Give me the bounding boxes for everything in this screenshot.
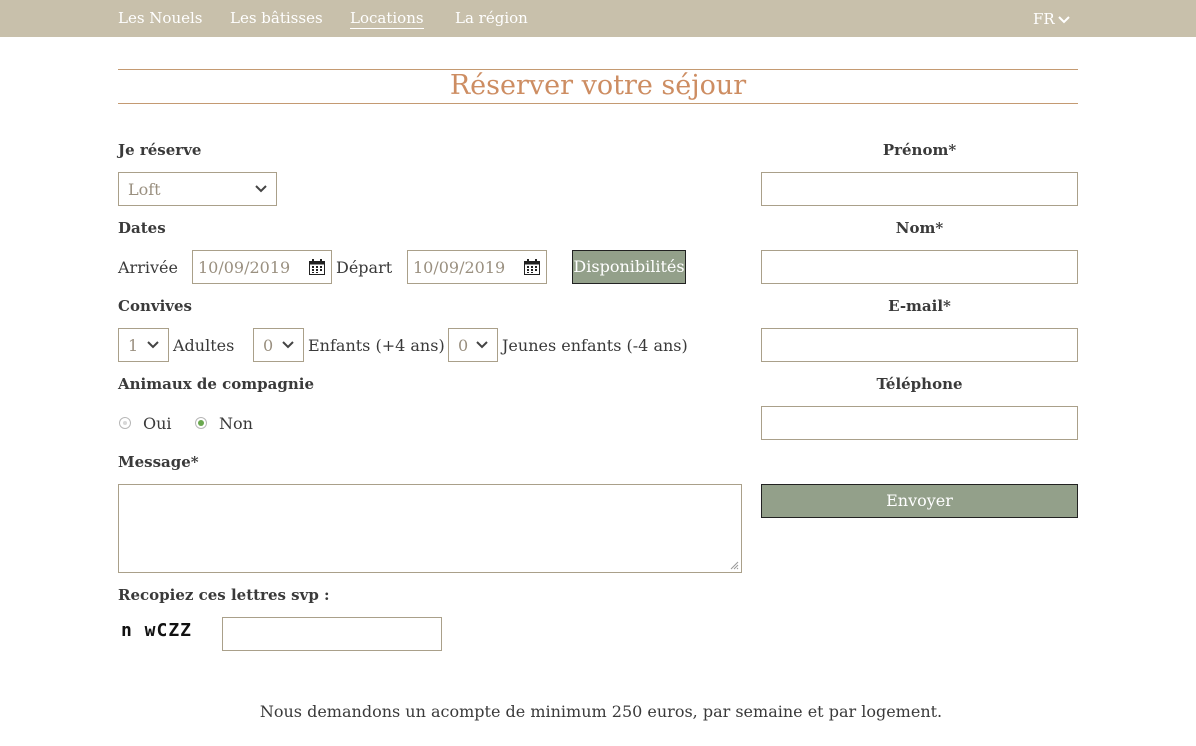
adultes-value: 1 [128, 336, 139, 355]
oui-label: Oui [143, 414, 172, 433]
je-reserve-label: Je réserve [118, 141, 202, 159]
top-navigation: Les Nouels Les bâtisses Locations La rég… [0, 0, 1196, 37]
nom-label: Nom* [895, 219, 944, 237]
depart-label: Départ [336, 258, 393, 277]
chevron-down-icon [282, 341, 294, 349]
convives-label: Convives [118, 297, 192, 315]
prenom-input[interactable] [761, 172, 1078, 206]
jeunes-enfants-value: 0 [458, 336, 469, 355]
logement-value: Loft [128, 180, 161, 199]
nav-link-la-region[interactable]: La région [455, 9, 528, 27]
non-radio[interactable] [195, 417, 207, 429]
oui-radio[interactable] [119, 417, 131, 429]
message-textarea[interactable] [118, 484, 742, 573]
prenom-label: Prénom* [882, 141, 957, 159]
jeunes-enfants-label: Jeunes enfants (-4 ans) [502, 336, 688, 355]
captcha-label: Recopiez ces lettres svp : [118, 586, 330, 604]
depart-date-value: 10/09/2019 [413, 258, 506, 277]
chevron-down-icon [255, 185, 267, 193]
envoyer-button[interactable]: Envoyer [761, 484, 1078, 518]
title-rule-bottom [118, 103, 1078, 104]
enfants-value: 0 [263, 336, 274, 355]
telephone-label: Téléphone [876, 375, 963, 393]
depart-date-input[interactable]: 10/09/2019 [407, 250, 547, 284]
enfants-label: Enfants (+4 ans) [308, 336, 445, 355]
chevron-down-icon [147, 341, 159, 349]
jeunes-enfants-select[interactable]: 0 [448, 328, 498, 362]
dates-label: Dates [118, 219, 166, 237]
calendar-icon[interactable] [309, 259, 325, 275]
disponibilites-button[interactable]: Disponibilités [572, 250, 686, 284]
nav-link-les-nouels[interactable]: Les Nouels [118, 9, 203, 27]
nav-link-les-batisses[interactable]: Les bâtisses [230, 9, 323, 27]
telephone-input[interactable] [761, 406, 1078, 440]
chevron-down-icon [1057, 16, 1070, 24]
chevron-down-icon [476, 341, 488, 349]
email-input[interactable] [761, 328, 1078, 362]
animaux-label: Animaux de compagnie [118, 375, 315, 393]
language-selector[interactable]: FR [1033, 10, 1070, 28]
page-title: Réserver votre séjour [449, 70, 747, 101]
email-label: E-mail* [888, 297, 951, 315]
nom-input[interactable] [761, 250, 1078, 284]
logement-select[interactable]: Loft [118, 172, 277, 206]
captcha-image: n wCZZ [121, 620, 193, 641]
resize-handle-icon[interactable] [730, 561, 739, 570]
adultes-label: Adultes [173, 336, 235, 355]
nav-link-locations[interactable]: Locations [350, 9, 424, 29]
arrivee-date-input[interactable]: 10/09/2019 [192, 250, 332, 284]
deposit-note: Nous demandons un acompte de minimum 250… [259, 702, 943, 721]
captcha-input[interactable] [222, 617, 442, 651]
language-label: FR [1033, 10, 1055, 28]
non-label: Non [219, 414, 253, 433]
calendar-icon[interactable] [524, 259, 540, 275]
adultes-select[interactable]: 1 [118, 328, 169, 362]
arrivee-label: Arrivée [118, 258, 178, 277]
message-label: Message* [118, 453, 199, 471]
arrivee-date-value: 10/09/2019 [198, 258, 291, 277]
enfants-select[interactable]: 0 [253, 328, 304, 362]
